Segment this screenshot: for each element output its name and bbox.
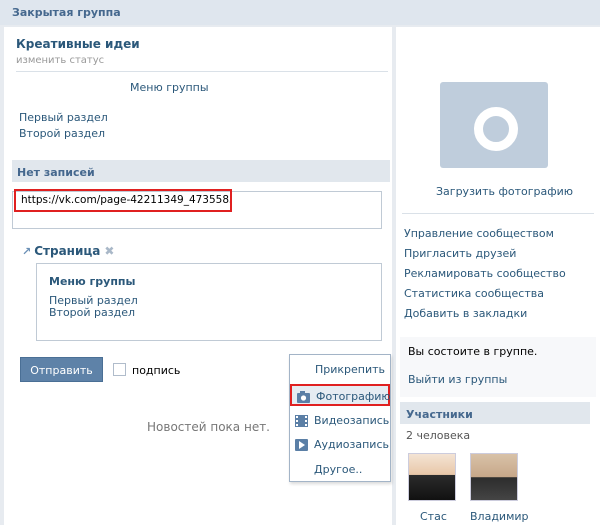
signature-checkbox[interactable]	[113, 363, 126, 376]
group-photo-placeholder[interactable]	[440, 82, 548, 168]
attach-other-item[interactable]: Другое..	[290, 459, 390, 481]
attach-header[interactable]: Прикрепить	[290, 359, 390, 381]
remove-attachment-icon[interactable]: ✖	[104, 244, 114, 258]
attach-photo-label: Фотографию	[316, 390, 391, 403]
attached-page-preview[interactable]: Меню группы Первый раздел Второй раздел	[36, 263, 382, 341]
attach-audio-label: Аудиозапись	[314, 438, 389, 451]
attach-photo-item[interactable]: Фотографию	[290, 384, 391, 406]
attach-other-label: Другое..	[314, 463, 363, 476]
member-name[interactable]: Стас	[420, 510, 447, 523]
attach-video-item[interactable]: Видеозапись	[290, 410, 390, 432]
members-count: 2 человека	[406, 429, 471, 442]
avatar[interactable]	[470, 453, 518, 501]
send-button[interactable]: Отправить	[20, 357, 103, 382]
group-title: Креативные идеи	[16, 37, 140, 51]
empty-news-text: Новостей пока нет.	[147, 420, 270, 434]
divider	[402, 213, 594, 214]
upload-photo-link[interactable]: Загрузить фотографию	[436, 185, 573, 198]
community-stats-link[interactable]: Статистика сообщества	[404, 287, 544, 300]
attach-dropdown: Прикрепить Фотографию Видеозапись Аудиоз…	[289, 354, 391, 482]
camera-icon	[474, 107, 518, 151]
group-type-header: Закрытая группа	[0, 0, 600, 25]
sidebar: Загрузить фотографию Управление сообщест…	[396, 27, 600, 525]
membership-box: Вы состоите в группе. Выйти из группы	[400, 337, 596, 397]
manage-community-link[interactable]: Управление сообществом	[404, 227, 554, 240]
membership-text: Вы состоите в группе.	[408, 345, 538, 358]
leave-group-link[interactable]: Выйти из группы	[408, 373, 507, 386]
camera-icon	[297, 391, 310, 403]
add-bookmarks-link[interactable]: Добавить в закладки	[404, 307, 527, 320]
attached-page-label-text: Страница	[34, 244, 101, 258]
signature-label: подпись	[132, 364, 181, 377]
avatar[interactable]	[408, 453, 456, 501]
attach-video-label: Видеозапись	[314, 414, 390, 427]
post-url-text[interactable]: https://vk.com/page-42211349_47355854	[14, 189, 232, 212]
invite-friends-link[interactable]: Пригласить друзей	[404, 247, 516, 260]
preview-title: Меню группы	[49, 275, 136, 288]
group-menu-link[interactable]: Меню группы	[130, 81, 209, 94]
members-header[interactable]: Участники	[400, 402, 590, 424]
member-name[interactable]: Владимир	[470, 510, 529, 523]
advertise-community-link[interactable]: Рекламировать сообщество	[404, 267, 566, 280]
wall-header: Нет записей	[12, 160, 390, 182]
change-status-link[interactable]: изменить статус	[16, 55, 104, 66]
attach-audio-item[interactable]: Аудиозапись	[290, 434, 390, 456]
first-section-link[interactable]: Первый раздел	[19, 111, 108, 124]
play-icon	[295, 439, 308, 451]
preview-section2: Второй раздел	[49, 306, 136, 319]
second-section-link[interactable]: Второй раздел	[19, 127, 105, 140]
film-icon	[295, 415, 308, 427]
pin-icon: ↗	[22, 245, 32, 258]
attached-page-label: ↗ Страница ✖	[22, 244, 114, 258]
camera-bump	[470, 96, 488, 106]
divider	[16, 71, 388, 72]
